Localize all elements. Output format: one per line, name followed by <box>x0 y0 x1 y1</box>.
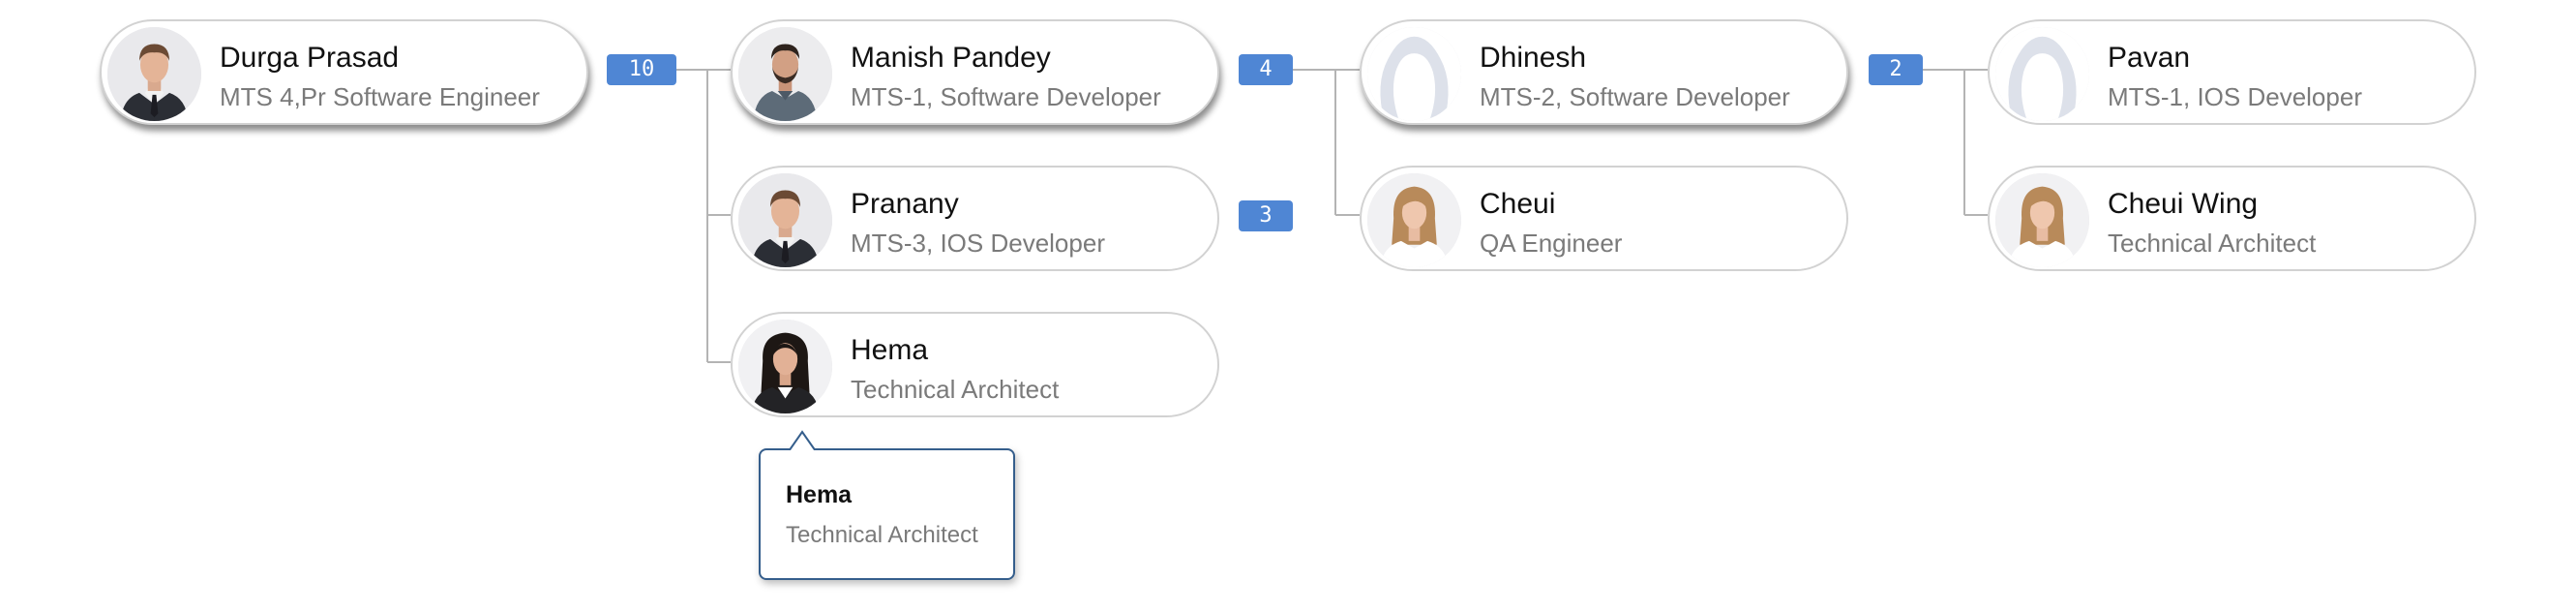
org-node-durga-prasad[interactable]: Durga Prasad MTS 4,Pr Software Engineer <box>100 19 588 125</box>
org-chart-canvas: Durga Prasad MTS 4,Pr Software Engineer … <box>0 0 2576 612</box>
node-name: Durga Prasad <box>220 42 400 74</box>
woman-blonde-avatar <box>1367 173 1461 267</box>
reports-count-badge[interactable]: 10 <box>607 54 676 85</box>
man-casual-avatar <box>738 27 832 121</box>
tooltip-arrow <box>789 430 816 455</box>
node-name: Pranany <box>851 188 959 220</box>
man-suit-avatar <box>107 27 201 121</box>
org-node-cheui-wing[interactable]: Cheui Wing Technical Architect <box>1988 166 2476 271</box>
node-name: Dhinesh <box>1480 42 1587 74</box>
node-title: MTS-3, IOS Developer <box>851 229 1105 258</box>
org-node-pranany[interactable]: Pranany MTS-3, IOS Developer <box>731 166 1219 271</box>
woman-dark-hair-avatar <box>738 320 832 413</box>
reports-count-badge[interactable]: 3 <box>1239 200 1293 231</box>
man-suit-avatar <box>738 173 832 267</box>
node-title: Technical Architect <box>851 375 1060 404</box>
node-title: MTS-1, Software Developer <box>851 82 1161 111</box>
node-name: Hema <box>851 334 929 366</box>
reports-count-badge[interactable]: 2 <box>1869 54 1923 85</box>
node-title: QA Engineer <box>1480 229 1623 258</box>
node-name: Cheui Wing <box>2108 188 2259 220</box>
tooltip-name: Hema <box>786 481 853 508</box>
node-tooltip: Hema Technical Architect <box>759 448 1015 580</box>
node-name: Cheui <box>1480 188 1556 220</box>
woman-blonde-avatar <box>1995 173 2089 267</box>
placeholder-avatar <box>1995 27 2089 121</box>
org-node-dhinesh[interactable]: Dhinesh MTS-2, Software Developer <box>1360 19 1848 125</box>
org-node-cheui[interactable]: Cheui QA Engineer <box>1360 166 1848 271</box>
node-title: MTS-1, IOS Developer <box>2108 82 2362 111</box>
org-node-manish-pandey[interactable]: Manish Pandey MTS-1, Software Developer <box>731 19 1219 125</box>
reports-count-badge[interactable]: 4 <box>1239 54 1293 85</box>
node-title: Technical Architect <box>2108 229 2317 258</box>
node-name: Manish Pandey <box>851 42 1051 74</box>
org-node-hema[interactable]: Hema Technical Architect <box>731 312 1219 417</box>
tooltip-title: Technical Architect <box>786 522 978 548</box>
placeholder-avatar <box>1367 27 1461 121</box>
node-title: MTS-2, Software Developer <box>1480 82 1790 111</box>
org-node-pavan[interactable]: Pavan MTS-1, IOS Developer <box>1988 19 2476 125</box>
node-title: MTS 4,Pr Software Engineer <box>220 82 540 111</box>
node-name: Pavan <box>2108 42 2191 74</box>
